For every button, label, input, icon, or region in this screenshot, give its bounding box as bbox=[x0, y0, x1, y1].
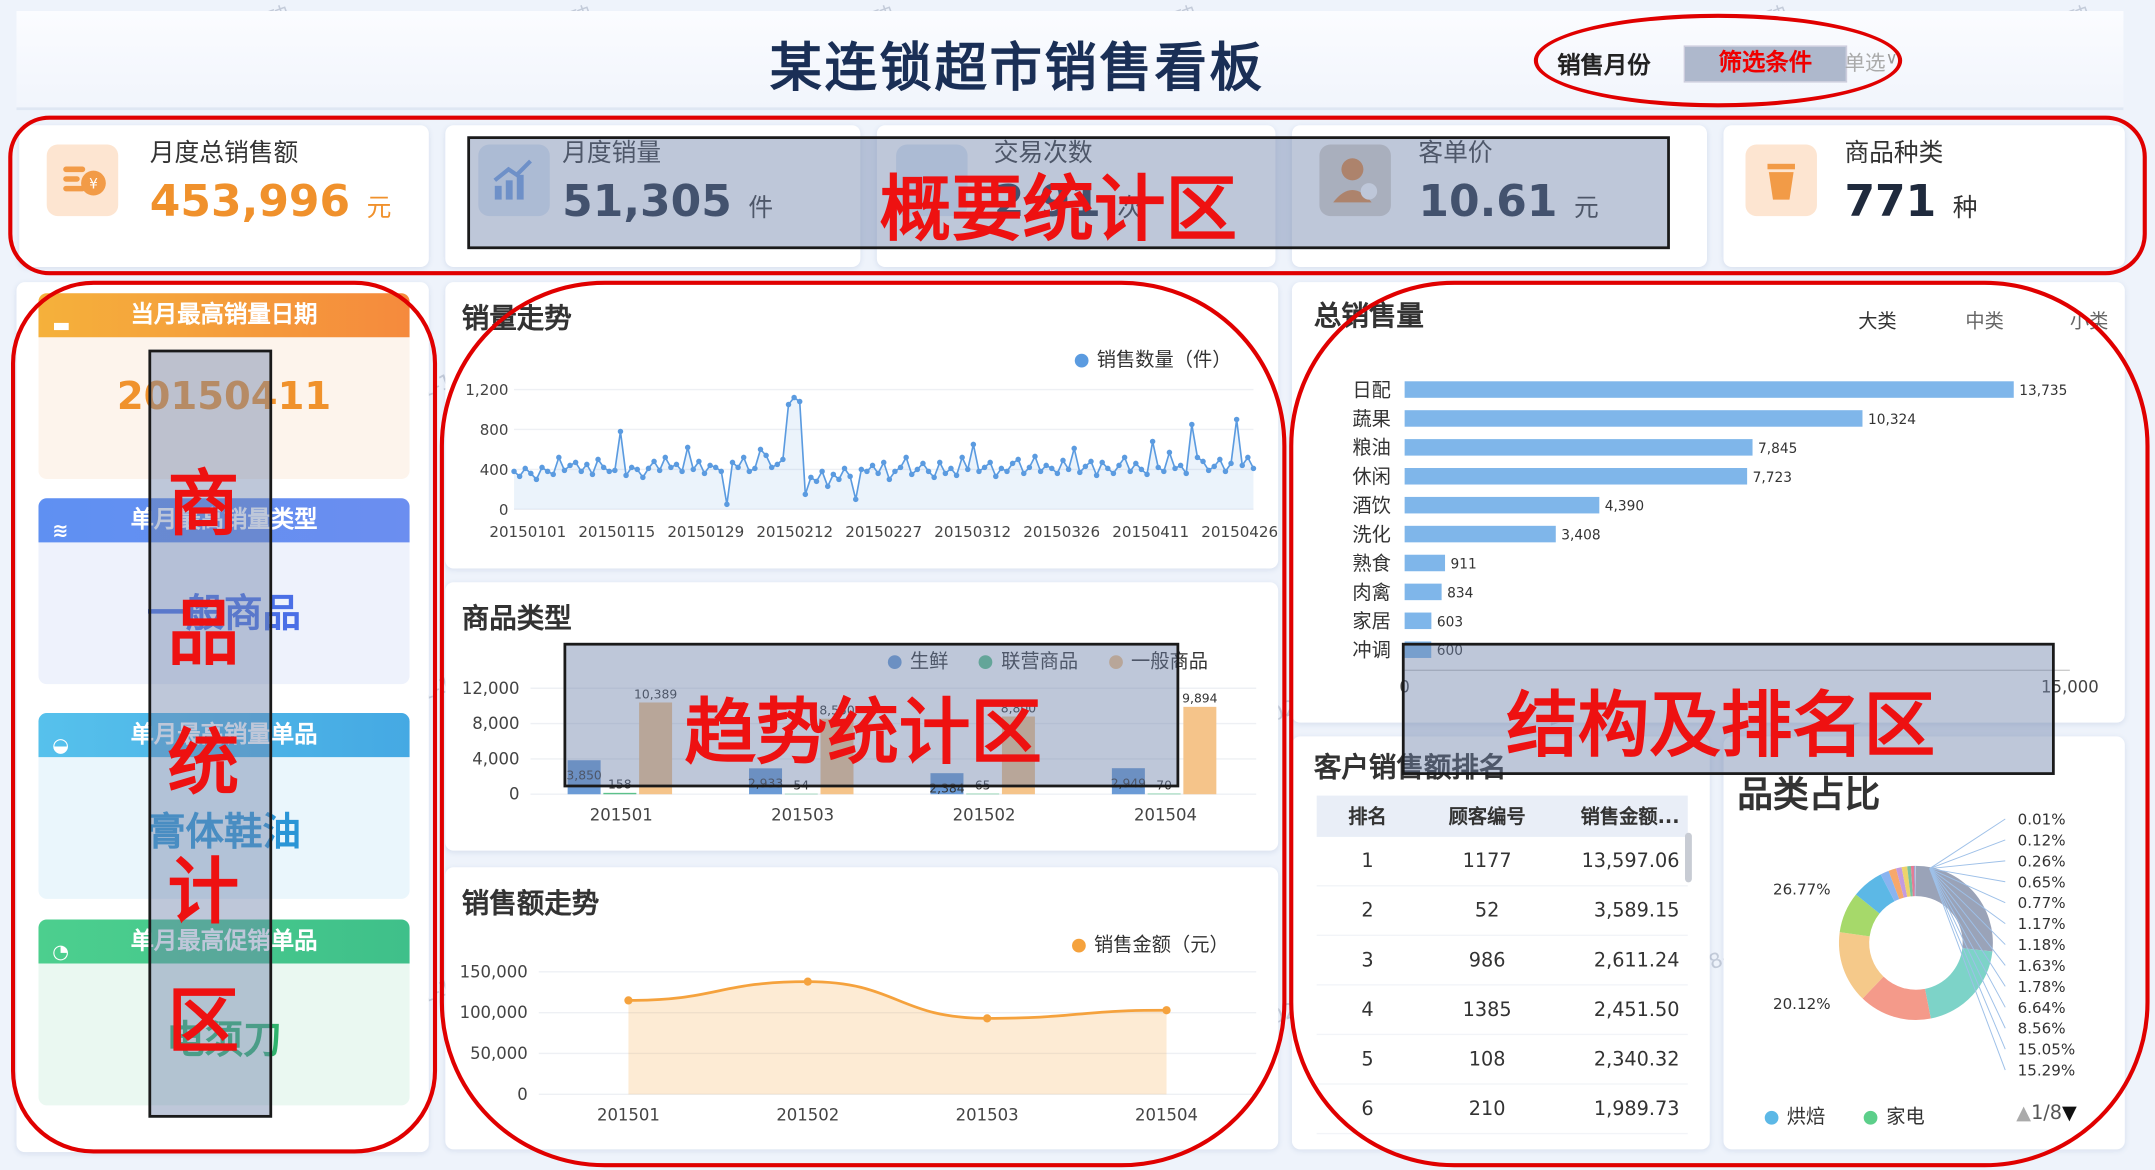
summary-area-label: 概要统计区 bbox=[879, 169, 1237, 252]
trend-area-label: 趋势统计区 bbox=[684, 692, 1042, 775]
structure-area-label: 结构及排名区 bbox=[1506, 685, 1936, 769]
left-area-label: 商品统计区 bbox=[167, 463, 240, 1065]
screenshot-canvas: 2024-01-19 10:58-彭一珅2024-01-19 10:58-彭一珅… bbox=[0, 0, 2155, 1170]
dashboard: 2024-01-19 10:58-彭一珅2024-01-19 10:58-彭一珅… bbox=[0, 0, 2155, 1170]
filter-highlight-oval bbox=[1533, 13, 1903, 108]
page-title: 某连锁超市销售看板 bbox=[769, 37, 1265, 98]
